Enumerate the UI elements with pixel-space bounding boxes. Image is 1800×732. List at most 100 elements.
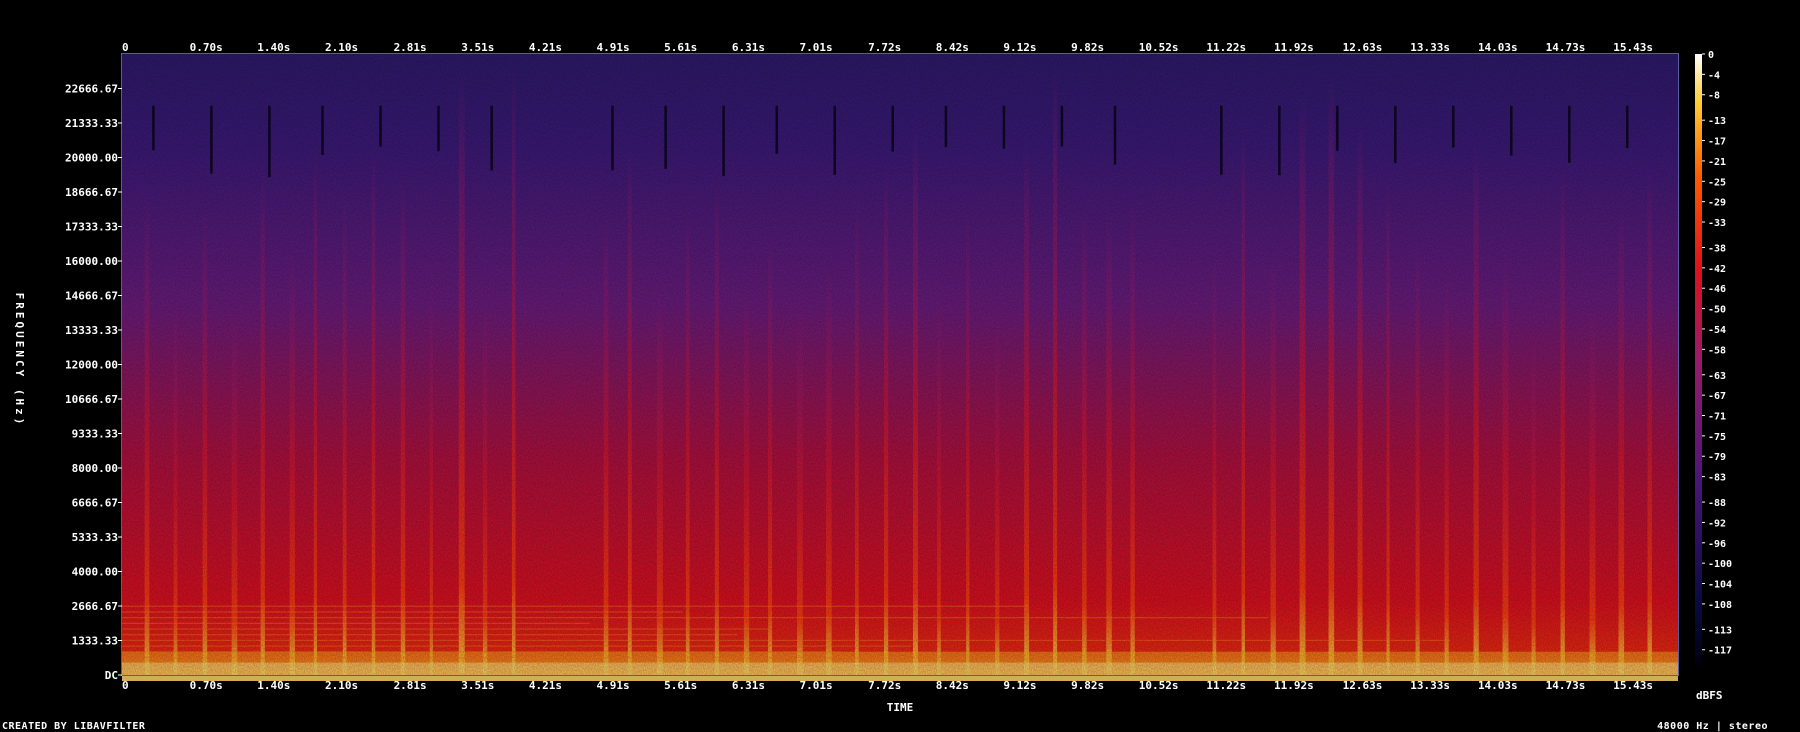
x-tick-label-top: 14.73s [1546, 41, 1586, 54]
y-tick-label: 2666.67 [72, 600, 118, 613]
x-tick-label-bottom: 5.61s [664, 679, 697, 692]
x-tick-label-top: 7.72s [868, 41, 901, 54]
x-tick-label-top: 3.51s [461, 41, 494, 54]
x-tick-label-top: 2.81s [394, 41, 427, 54]
x-tick-label-top: 1.40s [257, 41, 290, 54]
x-tick-label-bottom: 11.22s [1206, 679, 1246, 692]
colorbar-tick-label: -29 [1708, 198, 1726, 209]
y-tick-label: 13333.33 [65, 324, 118, 337]
x-tick-label-bottom: 7.01s [799, 679, 832, 692]
x-tick-label-bottom: 2.10s [325, 679, 358, 692]
x-tick-label-bottom: 11.92s [1274, 679, 1314, 692]
colorbar-tick-label: -104 [1708, 580, 1732, 591]
y-axis: 22666.67 21333.33 20000.00 18666.67 17333.33… [65, 82, 122, 682]
colorbar-tick-label: -13 [1708, 116, 1726, 127]
y-tick-label: 10666.67 [65, 393, 118, 406]
colorbar-tick-label: -42 [1708, 264, 1726, 275]
y-tick-label: DC [105, 669, 118, 682]
y-tick-label: 8000.00 [72, 462, 118, 475]
x-tick-label-top: 4.91s [597, 41, 630, 54]
x-tick-label-top: 12.63s [1343, 41, 1383, 54]
x-tick-label-top: 7.01s [799, 41, 832, 54]
x-tick-label-bottom: 2.81s [394, 679, 427, 692]
x-tick-label-bottom: 12.63s [1343, 679, 1383, 692]
x-tick-label-top: 0 [122, 41, 129, 54]
x-tick-label-top: 6.31s [732, 41, 765, 54]
x-tick-label-bottom: 0.70s [190, 679, 223, 692]
colorbar-tick-label: -50 [1708, 305, 1726, 316]
colorbar-tick-label: -108 [1708, 600, 1732, 611]
x-tick-label-bottom: 4.91s [597, 679, 630, 692]
x-tick-label-top: 0.70s [190, 41, 223, 54]
x-axis-label: TIME [887, 701, 914, 714]
x-tick-label-bottom: 0 [122, 679, 129, 692]
x-tick-label-bottom: 3.51s [461, 679, 494, 692]
y-tick-label: 9333.33 [72, 428, 118, 441]
x-tick-label-bottom: 13.33s [1410, 679, 1450, 692]
colorbar-tick-label: -71 [1708, 412, 1726, 423]
x-tick-label-top: 15.43s [1613, 41, 1653, 54]
y-tick-label: 22666.67 [65, 82, 118, 95]
colorbar-tick-label: -25 [1708, 177, 1726, 188]
x-tick-label-top: 11.22s [1206, 41, 1246, 54]
x-tick-label-bottom: 14.73s [1546, 679, 1586, 692]
y-tick-label: 14666.67 [65, 289, 118, 302]
x-tick-label-top: 4.21s [529, 41, 562, 54]
colorbar-tick-label: -67 [1708, 391, 1726, 402]
x-tick-label-top: 9.82s [1071, 41, 1104, 54]
x-tick-label-top: 2.10s [325, 41, 358, 54]
y-tick-label: 4000.00 [72, 566, 118, 579]
x-tick-label-top: 9.12s [1003, 41, 1036, 54]
x-tick-label-bottom: 7.72s [868, 679, 901, 692]
spectrogram-plot-area [121, 53, 1679, 681]
colorbar-tick-label: -4 [1708, 70, 1720, 81]
x-tick-label-bottom: 9.12s [1003, 679, 1036, 692]
y-tick-label: 18666.67 [65, 186, 118, 199]
colorbar-tick-label: -54 [1708, 325, 1726, 336]
y-tick-label: 5333.33 [72, 531, 118, 544]
x-tick-label-top: 10.52s [1139, 41, 1179, 54]
x-tick-label-top: 5.61s [664, 41, 697, 54]
colorbar-tick-label: -63 [1708, 371, 1726, 382]
colorbar-label: dBFS [1696, 689, 1723, 702]
colorbar-tick-label: -113 [1708, 625, 1732, 636]
spectrogram-chart: 0 0.70s 1.40s 2.10s 2.81s 3.51s 4.21s 4.91s 5.61… [13, 41, 1732, 714]
x-tick-label-top: 11.92s [1274, 41, 1314, 54]
created-by-label: CREATED BY LIBAVFILTER [2, 721, 146, 732]
y-tick-label: 6666.67 [72, 496, 118, 509]
format-label: 48000 Hz | stereo [1657, 721, 1768, 732]
x-tick-label-bottom: 9.82s [1071, 679, 1104, 692]
colorbar-tick-label: -75 [1708, 432, 1726, 443]
x-tick-label-bottom: 4.21s [529, 679, 562, 692]
colorbar-tick-label: -46 [1708, 284, 1726, 295]
colorbar-tick-label: -17 [1708, 137, 1726, 148]
x-tick-label-bottom: 14.03s [1478, 679, 1518, 692]
colorbar-tick-label: -79 [1708, 452, 1726, 463]
y-tick-label: 21333.33 [65, 117, 118, 130]
y-tick-label: 17333.33 [65, 221, 118, 234]
colorbar-tick-label: -92 [1708, 518, 1726, 529]
x-tick-label-top: 14.03s [1478, 41, 1518, 54]
x-tick-label-bottom: 10.52s [1139, 679, 1179, 692]
x-tick-label-bottom: 8.42s [936, 679, 969, 692]
colorbar-tick-label: -96 [1708, 539, 1726, 550]
colorbar-tick-label: -38 [1708, 243, 1726, 254]
colorbar: 0 -4 -8 -13 -17 -21 -25 -29 -33 -38 -42 -46 -50 -54 -5… [1695, 50, 1732, 665]
colorbar-tick-label: -88 [1708, 498, 1726, 509]
colorbar-tick-label: -83 [1708, 473, 1726, 484]
y-tick-label: 12000.00 [65, 359, 118, 372]
y-tick-label: 20000.00 [65, 152, 118, 165]
x-tick-label-bottom: 1.40s [257, 679, 290, 692]
colorbar-tick-label: -8 [1708, 91, 1720, 102]
x-tick-label-top: 13.33s [1410, 41, 1450, 54]
x-tick-label-bottom: 15.43s [1613, 679, 1653, 692]
colorbar-tick-label: -58 [1708, 345, 1726, 356]
y-tick-label: 16000.00 [65, 255, 118, 268]
y-axis-label: FREQUENCY (Hz) [13, 293, 26, 428]
x-tick-label-bottom: 6.31s [732, 679, 765, 692]
x-axis-bottom: 0 0.70s 1.40s 2.10s 2.81s 3.51s 4.21s 4.91s 5.61… [122, 679, 1653, 692]
colorbar-tick-label: 0 [1708, 50, 1714, 61]
x-tick-label-top: 8.42s [936, 41, 969, 54]
x-axis-top: 0 0.70s 1.40s 2.10s 2.81s 3.51s 4.21s 4.91s 5.61… [122, 41, 1653, 54]
y-tick-label: 1333.33 [72, 635, 118, 648]
